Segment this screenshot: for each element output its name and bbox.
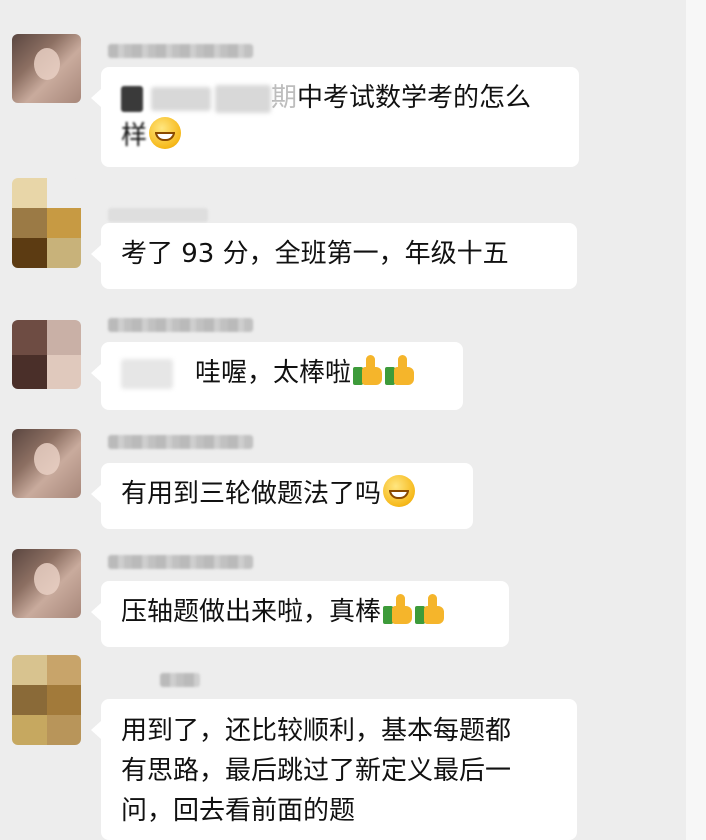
- message-line: 有思路，最后跳过了新定义最后一: [121, 756, 512, 786]
- sender-name-blurred: [108, 318, 253, 332]
- message-bubble[interactable]: 压轴题做出来啦，真棒: [91, 581, 509, 647]
- grin-emoji-icon: [149, 117, 182, 149]
- avatar[interactable]: [12, 655, 81, 745]
- message-text: 中考试数学考的怎么: [297, 83, 532, 113]
- message-text: 有用到三轮做题法了吗: [121, 479, 382, 509]
- message-bubble[interactable]: 用到了，还比较顺利，基本每题都 有思路，最后跳过了新定义最后一 问，回去看前面的…: [91, 699, 577, 840]
- avatar[interactable]: [12, 320, 81, 389]
- sender-name-blurred: [108, 555, 253, 569]
- redacted-text: [151, 86, 211, 111]
- redacted-text: [215, 84, 271, 113]
- thumbs-up-icon: [415, 594, 445, 624]
- grin-emoji-icon: [383, 475, 416, 507]
- message-bubble[interactable]: 哇喔，太棒啦: [91, 342, 463, 410]
- sender-name-blurred: [108, 208, 208, 222]
- thumbs-up-icon: [383, 594, 413, 624]
- avatar[interactable]: [12, 34, 81, 103]
- thumbs-up-icon: [385, 355, 415, 385]
- message-text: 压轴题做出来啦，真棒: [121, 597, 382, 627]
- message-bubble[interactable]: 有用到三轮做题法了吗: [91, 463, 473, 529]
- message-bubble[interactable]: 期中考试数学考的怎么 样: [91, 67, 579, 167]
- message-text: 样: [121, 121, 148, 151]
- redacted-text: [121, 358, 173, 389]
- redacted-text: [121, 85, 143, 112]
- avatar[interactable]: [12, 549, 81, 618]
- sender-name-blurred: [108, 435, 253, 449]
- message-text: 哇喔，太棒啦: [195, 358, 352, 388]
- sender-name-blurred: [108, 44, 253, 58]
- avatar[interactable]: [12, 429, 81, 498]
- right-edge-strip: [686, 0, 706, 840]
- message-line: 用到了，还比较顺利，基本每题都: [121, 716, 512, 746]
- message-bubble[interactable]: 考了 93 分，全班第一，年级十五: [91, 223, 577, 289]
- sender-name-blurred: [160, 673, 200, 687]
- message-line: 问，回去看前面的题: [121, 796, 356, 826]
- message-text: 考了 93 分，全班第一，年级十五: [121, 239, 509, 269]
- thumbs-up-icon: [353, 355, 383, 385]
- avatar[interactable]: [12, 178, 81, 268]
